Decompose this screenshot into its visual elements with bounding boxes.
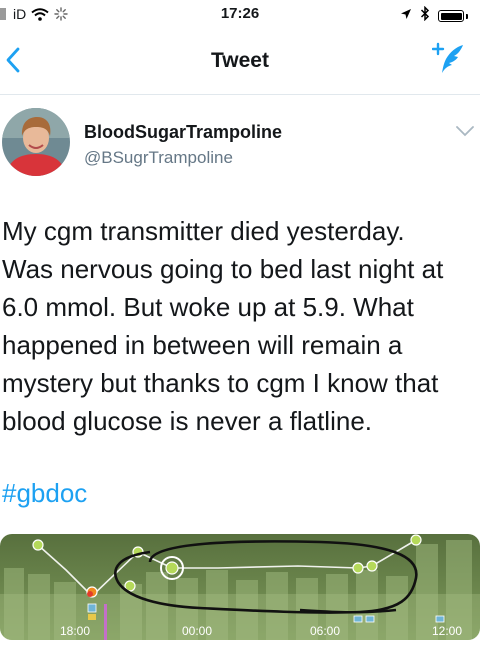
chart-time-label: 06:00 bbox=[310, 624, 341, 638]
battery-tip bbox=[466, 13, 468, 19]
tweet-text: My cgm transmitter died yesterday. Was n… bbox=[2, 212, 478, 440]
chart-time-label: 12:00 bbox=[432, 624, 463, 638]
chart-time-label: 00:00 bbox=[182, 624, 213, 638]
status-right bbox=[400, 5, 468, 26]
location-arrow-icon bbox=[400, 7, 412, 25]
tweet-author: BloodSugarTrampoline @BSugrTrampoline bbox=[0, 108, 480, 188]
tweet-text-line: happened in between will remain a bbox=[2, 330, 403, 360]
battery-icon bbox=[438, 10, 464, 22]
tweet-text-line: 6.0 mmol. But woke up at 5.9. What bbox=[2, 292, 414, 322]
page-title: Tweet bbox=[211, 49, 269, 72]
bluetooth-icon bbox=[420, 5, 430, 26]
avatar-photo bbox=[2, 108, 70, 176]
chevron-down-icon bbox=[456, 126, 474, 137]
tweet-text-line: Was nervous going to bed last night at bbox=[2, 254, 444, 284]
hashtag-link[interactable]: #gbdoc bbox=[2, 478, 87, 509]
tweet-text-line: mystery but thanks to cgm I know that bbox=[2, 368, 439, 398]
tweet-media-cgm-chart[interactable]: 18:00 00:00 06:00 12:00 bbox=[0, 534, 480, 640]
tweet-text-line: blood glucose is never a flatline. bbox=[2, 406, 373, 436]
compose-tweet-button[interactable] bbox=[431, 42, 466, 76]
tweet-text-line: My cgm transmitter died yesterday. bbox=[2, 216, 405, 246]
compose-quill-icon bbox=[431, 42, 463, 73]
status-bar: iD 17:26 bbox=[0, 0, 480, 28]
author-display-name[interactable]: BloodSugarTrampoline bbox=[84, 122, 282, 143]
tweet-options-button[interactable] bbox=[454, 124, 476, 138]
chart-time-label: 18:00 bbox=[60, 624, 91, 638]
navigation-bar: Tweet bbox=[0, 30, 480, 95]
author-handle[interactable]: @BSugrTrampoline bbox=[84, 148, 233, 168]
avatar[interactable] bbox=[2, 108, 70, 176]
